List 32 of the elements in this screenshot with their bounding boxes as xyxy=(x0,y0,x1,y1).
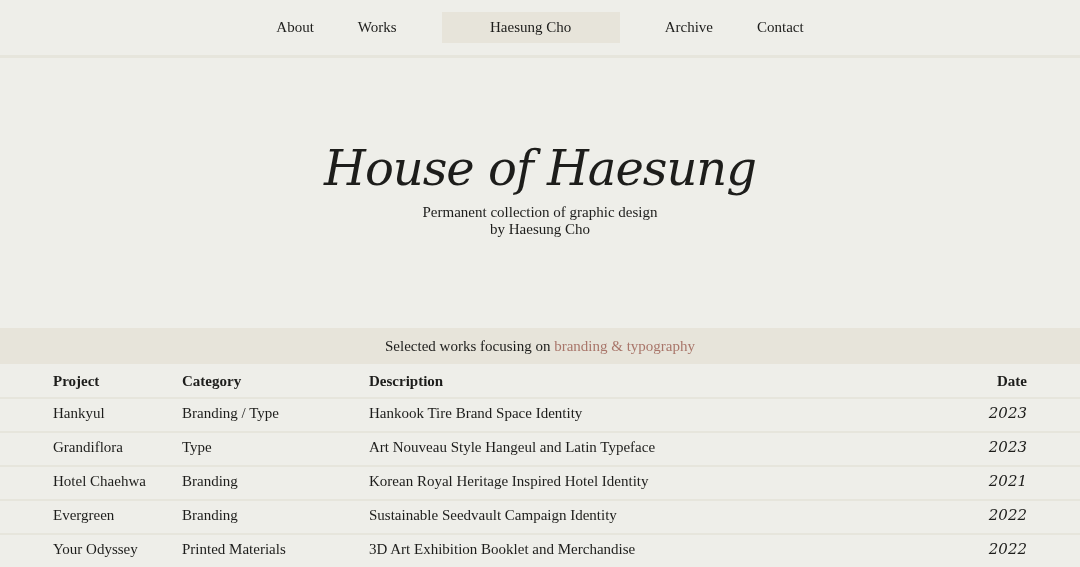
column-header: Date xyxy=(908,364,1080,398)
table-cell: Sustainable Seedvault Campaign Identity xyxy=(369,500,909,534)
table-cell: Art Nouveau Style Hangeul and Latin Typeface xyxy=(369,432,909,466)
nav-link[interactable]: Contact xyxy=(734,12,826,43)
table-cell: Your Odyssey xyxy=(0,534,182,567)
table-cell: Branding xyxy=(182,500,369,534)
column-header: Description xyxy=(369,364,909,398)
nav-link[interactable]: About xyxy=(254,12,336,43)
date-cell: 2023 xyxy=(908,432,1080,466)
table-cell: Korean Royal Heritage Inspired Hotel Identity xyxy=(369,466,909,500)
table-cell: Hankook Tire Brand Space Identity xyxy=(369,398,909,432)
date-cell: 2022 xyxy=(908,500,1080,534)
column-header: Category xyxy=(182,364,369,398)
date-cell: 2021 xyxy=(908,466,1080,500)
column-header: Project xyxy=(0,364,182,398)
table-cell: Grandiflora xyxy=(0,432,182,466)
table-cell: Evergreen xyxy=(0,500,182,534)
date-cell: 2023 xyxy=(908,398,1080,432)
nav-link[interactable]: Archive xyxy=(642,12,735,43)
nav-link[interactable]: Works xyxy=(335,12,419,43)
table-cell: Printed Materials xyxy=(182,534,369,567)
nav-link[interactable]: Haesung Cho xyxy=(441,12,620,43)
table-cell: Hotel Chaehwa xyxy=(0,466,182,500)
table-cell: 3D Art Exhibition Booklet and Merchandise xyxy=(369,534,909,567)
table-cell: Branding / Type xyxy=(182,398,369,432)
banner-text: Selected works focusing on branding & typography xyxy=(385,336,695,356)
subtitle-line: Permanent collection of graphic design xyxy=(421,204,659,221)
subtitle-line: by Haesung Cho xyxy=(489,220,591,237)
date-cell: 2022 xyxy=(908,534,1080,567)
table-cell: Branding xyxy=(182,466,369,500)
table-cell: Hankyul xyxy=(0,398,182,432)
table-cell: Type xyxy=(182,432,369,466)
